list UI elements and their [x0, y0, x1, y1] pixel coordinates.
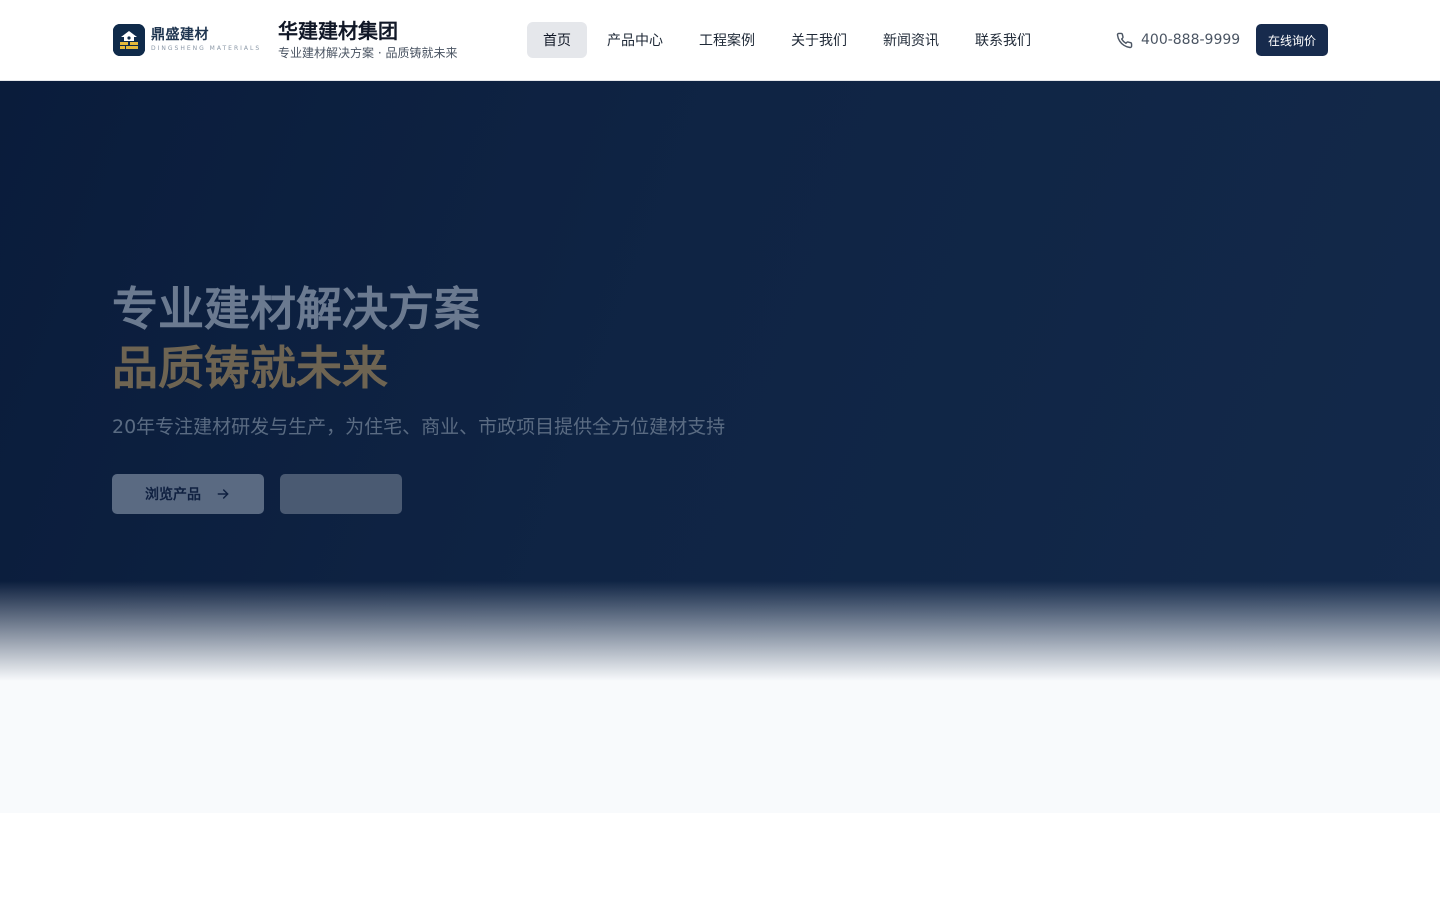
- content-section: [0, 681, 1440, 813]
- company-logo[interactable]: 鼎盛建材 DINGSHENG MATERIALS: [113, 24, 265, 56]
- nav-item-home[interactable]: 首页: [527, 22, 587, 58]
- brand-subtitle: 专业建材解决方案 · 品质铸就未来: [278, 46, 458, 60]
- hero-fade-overlay: [0, 581, 1440, 681]
- inquiry-button[interactable]: 在线询价: [1256, 24, 1328, 56]
- brand-title: 华建建材集团: [278, 19, 398, 43]
- nav-item-about[interactable]: 关于我们: [775, 22, 863, 58]
- hero-section: 专业建材解决方案 品质铸就未来 20年专注建材研发与生产，为住宅、商业、市政项目…: [0, 81, 1440, 681]
- browse-products-button[interactable]: 浏览产品: [112, 474, 264, 514]
- main-nav: 首页 产品中心 工程案例 关于我们 新闻资讯 联系我们: [527, 22, 1051, 58]
- nav-item-products[interactable]: 产品中心: [591, 22, 679, 58]
- nav-item-contact[interactable]: 联系我们: [959, 22, 1047, 58]
- phone-number: 400-888-9999: [1141, 32, 1241, 48]
- logo-text-en: DINGSHENG MATERIALS: [151, 44, 262, 52]
- phone-icon: [1116, 32, 1133, 48]
- hero-title-line1: 专业建材解决方案: [112, 282, 480, 336]
- nav-item-news[interactable]: 新闻资讯: [867, 22, 955, 58]
- secondary-hero-button[interactable]: [280, 474, 402, 514]
- site-header: 鼎盛建材 DINGSHENG MATERIALS 华建建材集团 专业建材解决方案…: [0, 0, 1440, 81]
- phone-contact[interactable]: 400-888-9999: [1116, 30, 1240, 50]
- arrow-right-icon: [217, 489, 229, 499]
- nav-item-cases[interactable]: 工程案例: [683, 22, 771, 58]
- browse-products-label: 浏览产品: [145, 487, 201, 503]
- hero-description: 20年专注建材研发与生产，为住宅、商业、市政项目提供全方位建材支持: [112, 416, 726, 438]
- logo-icon: [113, 24, 145, 56]
- brand-block: 华建建材集团 专业建材解决方案 · 品质铸就未来: [278, 18, 457, 61]
- hero-title-line2: 品质铸就未来: [112, 341, 388, 395]
- logo-text-cn: 鼎盛建材: [151, 26, 209, 43]
